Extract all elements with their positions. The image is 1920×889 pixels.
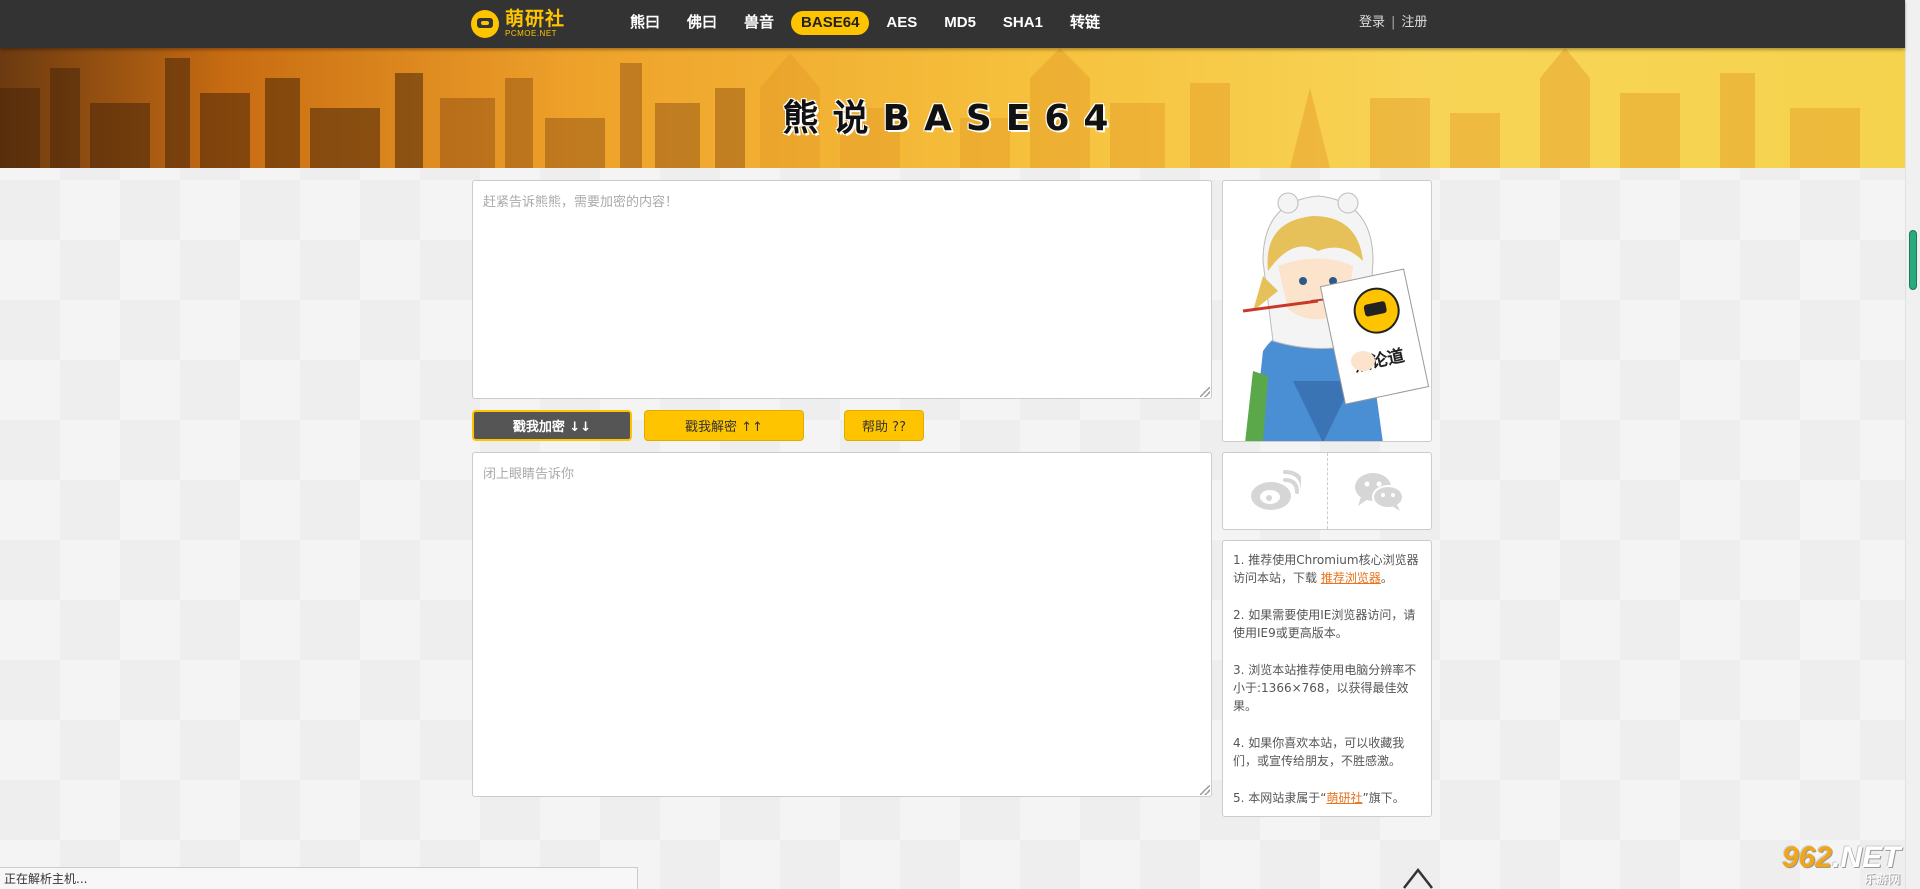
scroll-to-top-icon[interactable] bbox=[1402, 866, 1434, 889]
notice-item: 1. 推荐使用Chromium核心浏览器访问本站，下载 推荐浏览器。 bbox=[1233, 553, 1419, 585]
nav-item-aes[interactable]: AES bbox=[876, 11, 927, 35]
site-watermark: 962.NET 乐游网 bbox=[1782, 841, 1901, 886]
bear-logo-icon bbox=[471, 10, 499, 38]
decrypt-button[interactable]: 戳我解密 ↑↑ bbox=[644, 410, 804, 441]
nav-item-zhuanlian[interactable]: 转链 bbox=[1060, 11, 1110, 35]
nav-item-shouyin[interactable]: 兽音 bbox=[734, 11, 784, 35]
weibo-share-button[interactable] bbox=[1223, 453, 1327, 529]
weibo-icon bbox=[1250, 470, 1301, 510]
pcmoe-link[interactable]: 萌研社 bbox=[1326, 791, 1362, 805]
page-scrollbar[interactable] bbox=[1905, 0, 1920, 889]
site-logo[interactable]: 萌研社 PCMOE.NET bbox=[471, 8, 565, 40]
browser-status-bar: 正在解析主机... bbox=[0, 867, 638, 889]
encrypt-button[interactable]: 戳我加密 ↓↓ bbox=[472, 410, 632, 441]
scrollbar-thumb[interactable] bbox=[1909, 230, 1917, 290]
notice-item: 3. 浏览本站推荐使用电脑分辨率不小于:1366×768，以获得最佳效果。 bbox=[1233, 663, 1417, 713]
logo-title: 萌研社 bbox=[505, 8, 566, 30]
mascot-card: 熊论道 bbox=[1222, 180, 1432, 442]
nav-item-sha1[interactable]: SHA1 bbox=[993, 11, 1053, 35]
auth-links: 登录 | 注册 bbox=[1359, 14, 1427, 32]
login-link[interactable]: 登录 bbox=[1359, 14, 1385, 32]
notice-item: 4. 如果你喜欢本站，可以收藏我们，或宣传给朋友，不胜感激。 bbox=[1233, 736, 1405, 768]
recommended-browser-link[interactable]: 推荐浏览器 bbox=[1321, 571, 1381, 585]
nav-item-md5[interactable]: MD5 bbox=[934, 11, 986, 35]
notice-item: 2. 如果需要使用IE浏览器访问，请使用IE9或更高版本。 bbox=[1233, 608, 1416, 640]
page-banner: 熊说BASE64 bbox=[0, 48, 1905, 168]
plaintext-input[interactable] bbox=[472, 180, 1212, 399]
page-title: 熊说BASE64 bbox=[782, 98, 1123, 139]
nav-item-xiongyue[interactable]: 熊曰 bbox=[620, 11, 670, 35]
nav-item-foyue[interactable]: 佛曰 bbox=[677, 11, 727, 35]
wechat-share-button[interactable] bbox=[1326, 453, 1432, 529]
top-nav-bar: 萌研社 PCMOE.NET 熊曰 佛曰 兽音 BASE64 AES MD5 SH… bbox=[0, 0, 1905, 48]
auth-separator: | bbox=[1391, 15, 1396, 30]
mascot-illustration: 熊论道 bbox=[1242, 192, 1430, 441]
wechat-icon bbox=[1355, 473, 1405, 511]
notice-item: 5. 本网站隶属于“萌研社”旗下。 bbox=[1233, 791, 1405, 805]
result-output[interactable] bbox=[472, 452, 1212, 797]
register-link[interactable]: 注册 bbox=[1401, 14, 1427, 32]
notice-card: 1. 推荐使用Chromium核心浏览器访问本站，下载 推荐浏览器。 2. 如果… bbox=[1222, 540, 1432, 817]
nav-item-base64[interactable]: BASE64 bbox=[791, 11, 870, 35]
main-nav: 熊曰 佛曰 兽音 BASE64 AES MD5 SHA1 转链 bbox=[620, 11, 1117, 35]
social-share-card bbox=[1222, 452, 1432, 530]
help-button[interactable]: 帮助 ?? bbox=[844, 410, 924, 441]
logo-domain: PCMOE.NET bbox=[505, 29, 558, 38]
